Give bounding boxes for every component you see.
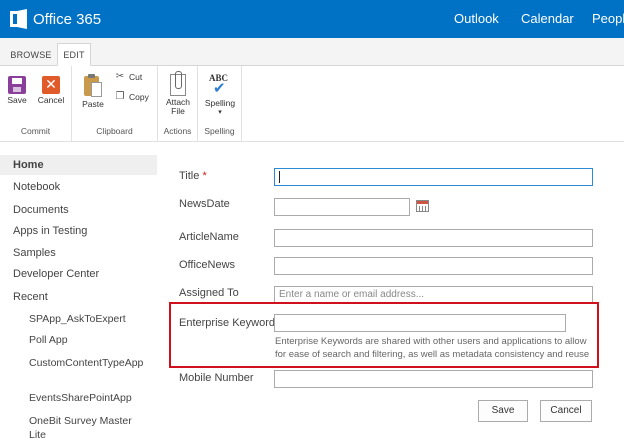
- text-caret: [279, 171, 280, 183]
- recent-item-customcontenttypeapp[interactable]: CustomContentTypeApp: [29, 356, 143, 370]
- office-logo-icon: [10, 9, 28, 29]
- recent-item-poll-app[interactable]: Poll App: [29, 334, 68, 346]
- ribbon-group-commit: Save ✕ Cancel Commit: [0, 66, 72, 142]
- nav-developer-center[interactable]: Developer Center: [13, 268, 99, 280]
- ribbon-group-spelling: ABC ✔ Spelling ▾ Spelling: [198, 66, 242, 142]
- assignedto-label: Assigned To: [179, 287, 239, 299]
- cut-label: Cut: [129, 71, 143, 82]
- nav-outlook[interactable]: Outlook: [454, 11, 499, 26]
- title-label-text: Title: [179, 170, 200, 182]
- cancel-icon: ✕: [42, 76, 60, 94]
- newsdate-label: NewsDate: [179, 198, 230, 210]
- clipboard-group-label: Clipboard: [96, 126, 133, 136]
- ribbon-group-actions: Attach File Actions: [158, 66, 198, 142]
- copy-button[interactable]: ❐ Copy: [114, 91, 149, 102]
- tab-browse[interactable]: BROWSE: [6, 44, 56, 66]
- paste-label: Paste: [82, 99, 104, 109]
- save-ribbon-button[interactable]: Save: [6, 76, 28, 105]
- suite-bar: Office 365 Outlook Calendar People: [0, 0, 624, 38]
- officenews-input[interactable]: [274, 257, 593, 275]
- save-ribbon-label: Save: [7, 95, 27, 105]
- spelling-label: Spelling: [204, 98, 236, 108]
- calendar-icon[interactable]: [416, 200, 429, 212]
- scissors-icon: ✂: [115, 71, 125, 82]
- attach-label-line2: File: [171, 106, 185, 116]
- title-input[interactable]: [274, 168, 593, 186]
- enterprise-keywords-input[interactable]: [274, 314, 566, 332]
- nav-samples[interactable]: Samples: [13, 247, 56, 259]
- save-button[interactable]: Save: [478, 400, 528, 422]
- paste-icon: [83, 74, 103, 98]
- cut-button[interactable]: ✂ Cut: [114, 71, 142, 82]
- nav-apps-in-testing[interactable]: Apps in Testing: [13, 225, 87, 237]
- paste-button[interactable]: Paste: [80, 74, 106, 109]
- recent-item-eventssharepointapp[interactable]: EventsSharePointApp: [29, 392, 132, 404]
- mobile-number-label: Mobile Number: [179, 372, 254, 384]
- spelling-button[interactable]: ABC ✔ Spelling ▾: [202, 73, 238, 117]
- brand-name: Office 365: [33, 10, 102, 28]
- copy-icon: ❐: [115, 91, 125, 102]
- newsdate-input[interactable]: [274, 198, 410, 216]
- assignedto-placeholder: Enter a name or email address...: [279, 289, 425, 300]
- nav-calendar[interactable]: Calendar: [521, 11, 574, 26]
- nav-recent: Recent: [13, 291, 48, 303]
- recent-item-sppapp-asktoexpert[interactable]: SPApp_AskToExpert: [29, 313, 126, 325]
- office365-brand[interactable]: Office 365: [10, 8, 101, 30]
- nav-people[interactable]: People: [592, 11, 624, 26]
- chevron-down-icon: ▾: [218, 109, 222, 116]
- articlename-input[interactable]: [274, 229, 593, 247]
- spell-check-icon: ABC ✔: [209, 73, 229, 97]
- cancel-ribbon-button[interactable]: ✕ Cancel: [36, 76, 66, 105]
- ribbon-tab-row: BROWSE EDIT: [0, 38, 624, 66]
- ribbon-group-clipboard: Paste ✂ Cut ❐ Copy Clipboard: [72, 66, 158, 142]
- actions-group-label: Actions: [163, 126, 192, 136]
- articlename-label: ArticleName: [179, 231, 239, 243]
- cancel-ribbon-label: Cancel: [37, 95, 65, 105]
- save-icon: [8, 76, 26, 94]
- copy-label: Copy: [129, 91, 149, 102]
- spelling-group-label: Spelling: [204, 126, 235, 136]
- ribbon: Save ✕ Cancel Commit Paste ✂ Cut ❐ Copy …: [0, 66, 624, 142]
- enterprise-keywords-hint: Enterprise Keywords are shared with othe…: [275, 336, 590, 360]
- officenews-label: OfficeNews: [179, 259, 236, 271]
- nav-notebook[interactable]: Notebook: [13, 181, 60, 193]
- tab-edit[interactable]: EDIT: [57, 43, 91, 66]
- attach-file-button[interactable]: Attach File: [162, 71, 194, 116]
- paperclip-icon: [170, 71, 186, 96]
- commit-group-label: Commit: [20, 126, 51, 136]
- mobile-number-input[interactable]: [274, 370, 593, 388]
- enterprise-keywords-label: Enterprise Keywords: [179, 317, 281, 329]
- required-mark: *: [202, 170, 207, 182]
- recent-item-onebit-survey[interactable]: OneBit Survey Master Lite: [29, 414, 139, 442]
- nav-home[interactable]: Home: [13, 159, 44, 171]
- cancel-button[interactable]: Cancel: [540, 400, 592, 422]
- nav-documents[interactable]: Documents: [13, 204, 69, 216]
- title-label: Title *: [179, 170, 207, 182]
